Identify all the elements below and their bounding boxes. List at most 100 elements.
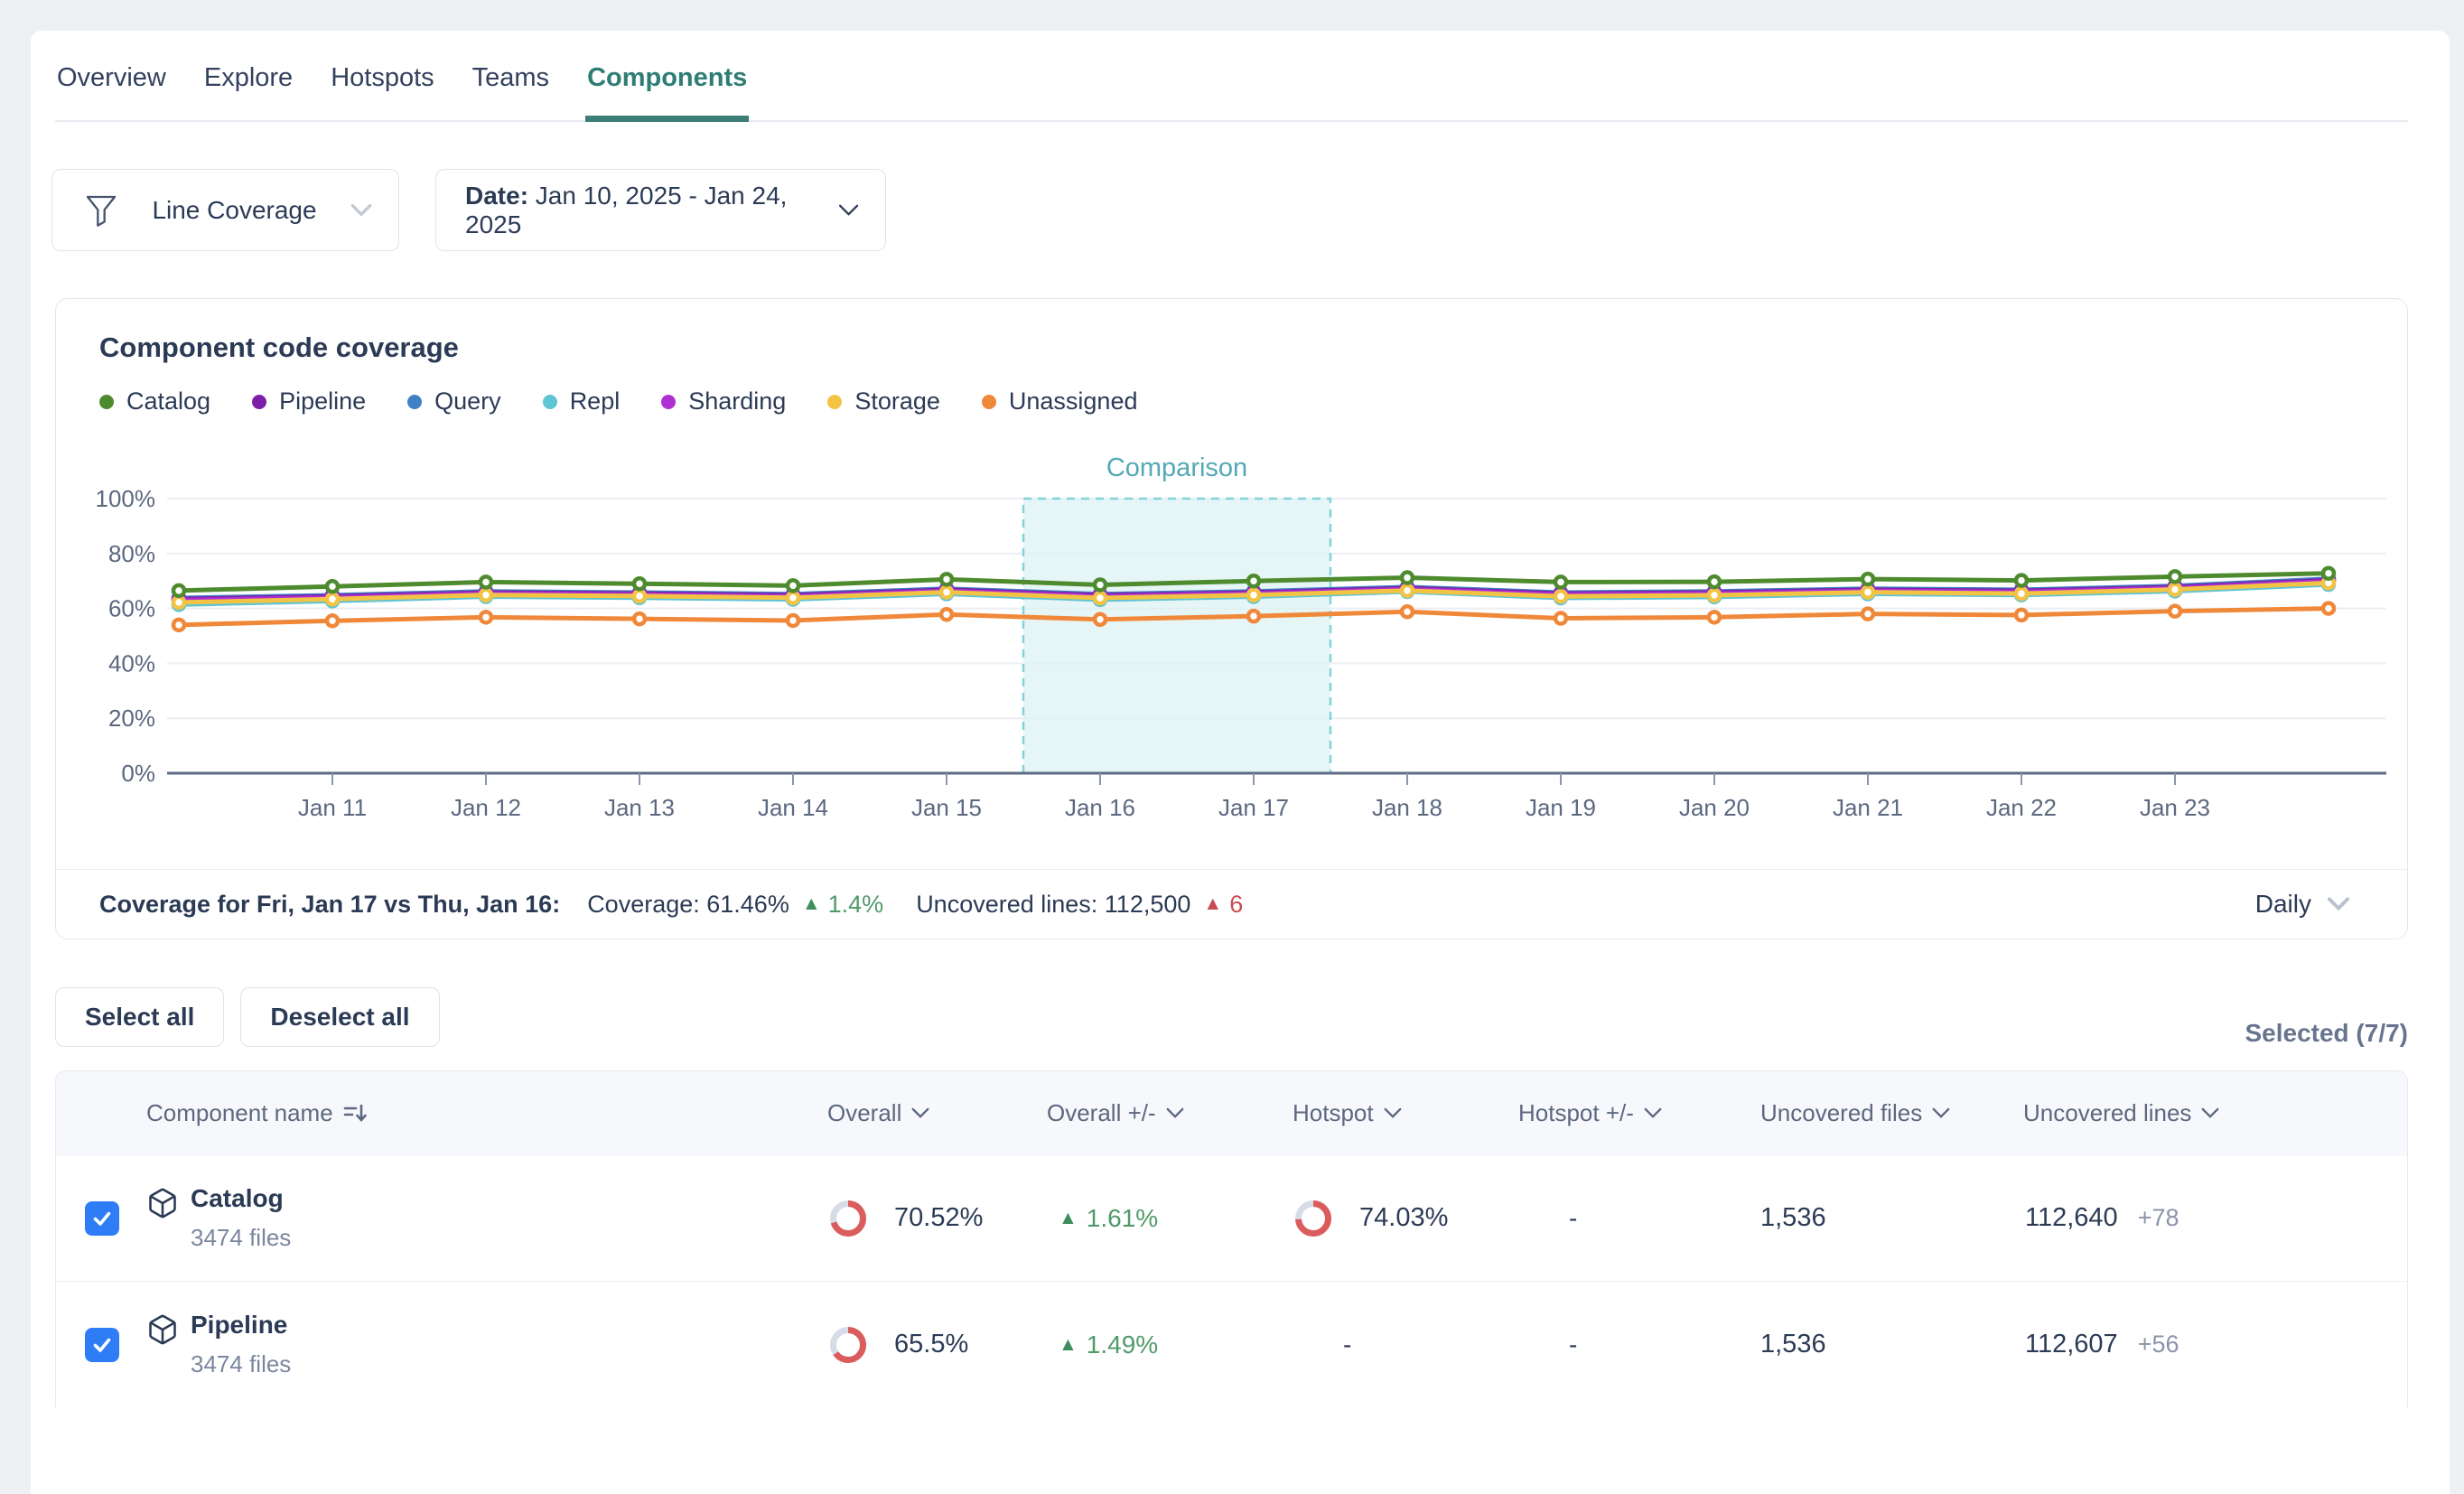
- svg-text:100%: 100%: [96, 485, 156, 512]
- arrow-up-icon: ▲: [1203, 893, 1222, 915]
- legend-dot: [827, 395, 842, 409]
- legend-item-query[interactable]: Query: [407, 388, 501, 416]
- svg-text:Jan 17: Jan 17: [1218, 794, 1289, 821]
- component-files: 3474 files: [191, 1350, 291, 1378]
- overall-delta: ▲1.49%: [1047, 1331, 1293, 1359]
- svg-text:Jan 21: Jan 21: [1833, 794, 1903, 821]
- uncovered-lines-value: 112,607: [2025, 1330, 2118, 1359]
- svg-text:Jan 22: Jan 22: [1986, 794, 2057, 821]
- chart-title: Component code coverage: [99, 331, 459, 364]
- funnel-icon: [83, 191, 119, 229]
- chart-card-footer: Coverage for Fri, Jan 17 vs Thu, Jan 16:…: [56, 869, 2407, 938]
- selected-count: Selected (7/7): [2245, 1019, 2408, 1048]
- chevron-down-icon: [2326, 896, 2351, 912]
- row-checkbox[interactable]: [85, 1201, 119, 1236]
- column-overall[interactable]: Overall: [827, 1099, 1047, 1127]
- svg-text:Jan 18: Jan 18: [1372, 794, 1442, 821]
- column-label: Component name: [146, 1099, 333, 1127]
- svg-text:Jan 15: Jan 15: [911, 794, 982, 821]
- summary-label: Coverage for Fri, Jan 17 vs Thu, Jan 16:: [99, 891, 560, 919]
- legend-item-catalog[interactable]: Catalog: [99, 388, 210, 416]
- svg-text:80%: 80%: [108, 540, 155, 567]
- hotspot-value: 74.03%: [1359, 1203, 1448, 1233]
- svg-text:Jan 11: Jan 11: [298, 794, 367, 821]
- date-filter-dropdown[interactable]: Date: Jan 10, 2025 - Jan 24, 2025: [435, 169, 886, 251]
- uncovered-lines-value: 112,640: [2025, 1203, 2118, 1233]
- date-filter-prefix: Date:: [465, 182, 528, 210]
- coverage-chart-card: Component code coverage Catalog Pipeline…: [55, 298, 2408, 939]
- tab-explore[interactable]: Explore: [202, 52, 294, 120]
- legend-dot: [252, 395, 266, 409]
- legend-label: Pipeline: [279, 388, 366, 416]
- select-all-button[interactable]: Select all: [55, 987, 224, 1047]
- check-icon: [91, 1208, 113, 1229]
- svg-text:Jan 13: Jan 13: [604, 794, 675, 821]
- svg-text:40%: 40%: [108, 649, 155, 677]
- component-name[interactable]: Catalog: [191, 1184, 291, 1213]
- chevron-down-icon: [1383, 1106, 1403, 1120]
- hotspot-delta: -: [1518, 1204, 1760, 1233]
- svg-text:Jan 16: Jan 16: [1065, 794, 1135, 821]
- chevron-down-icon: [1931, 1106, 1951, 1120]
- component-name[interactable]: Pipeline: [191, 1311, 291, 1340]
- column-label: Overall: [827, 1099, 901, 1127]
- svg-text:0%: 0%: [121, 760, 155, 787]
- chevron-down-icon: [2200, 1106, 2220, 1120]
- uncovered-files-value: 1,536: [1760, 1330, 2023, 1359]
- row-checkbox[interactable]: [85, 1328, 119, 1362]
- column-uncovered-lines[interactable]: Uncovered lines: [2023, 1099, 2407, 1127]
- legend-dot: [99, 395, 114, 409]
- coverage-donut: [827, 1198, 869, 1239]
- metric-filter-dropdown[interactable]: Line Coverage: [51, 169, 399, 251]
- coverage-line-chart[interactable]: 0%20%40%60%80%100%ComparisonJan 11Jan 12…: [78, 451, 2390, 841]
- uncovered-lines-value: Uncovered lines: 112,500: [916, 891, 1190, 919]
- tabbar: Overview Explore Hotspots Teams Componen…: [55, 52, 2408, 122]
- coverage-value: Coverage: 61.46%: [587, 891, 789, 919]
- cube-icon: [146, 1186, 179, 1220]
- legend-item-sharding[interactable]: Sharding: [661, 388, 786, 416]
- svg-text:Jan 20: Jan 20: [1679, 794, 1750, 821]
- legend-label: Catalog: [126, 388, 210, 416]
- deselect-all-button[interactable]: Deselect all: [240, 987, 439, 1047]
- svg-text:Jan 12: Jan 12: [451, 794, 521, 821]
- column-uncovered-files[interactable]: Uncovered files: [1760, 1099, 2023, 1127]
- legend-item-unassigned[interactable]: Unassigned: [982, 388, 1138, 416]
- chevron-down-icon: [910, 1106, 930, 1120]
- legend-label: Repl: [570, 388, 621, 416]
- svg-text:60%: 60%: [108, 595, 155, 622]
- legend-dot: [543, 395, 557, 409]
- column-hotspot-delta[interactable]: Hotspot +/-: [1518, 1099, 1760, 1127]
- sort-descending-icon: [342, 1100, 368, 1125]
- tab-teams[interactable]: Teams: [471, 52, 551, 120]
- overall-value: 65.5%: [894, 1330, 968, 1359]
- legend-item-repl[interactable]: Repl: [543, 388, 621, 416]
- legend-item-storage[interactable]: Storage: [827, 388, 940, 416]
- arrow-up-icon: ▲: [1059, 1334, 1078, 1356]
- cube-icon: [146, 1312, 179, 1347]
- tab-hotspots[interactable]: Hotspots: [329, 52, 435, 120]
- overall-value: 70.52%: [894, 1203, 983, 1233]
- column-overall-delta[interactable]: Overall +/-: [1047, 1099, 1293, 1127]
- column-label: Uncovered lines: [2023, 1099, 2191, 1127]
- column-label: Uncovered files: [1760, 1099, 1922, 1127]
- date-filter-label: Date: Jan 10, 2025 - Jan 24, 2025: [465, 182, 837, 239]
- column-label: Hotspot +/-: [1518, 1099, 1634, 1127]
- svg-text:Jan 14: Jan 14: [758, 794, 828, 821]
- uncovered-lines-delta: +56: [2138, 1331, 2179, 1359]
- svg-text:20%: 20%: [108, 705, 155, 732]
- chevron-down-icon: [837, 202, 860, 219]
- svg-text:Jan 23: Jan 23: [2140, 794, 2210, 821]
- filter-row: Line Coverage Date: Jan 10, 2025 - Jan 2…: [51, 169, 886, 251]
- check-icon: [91, 1334, 113, 1356]
- uncovered-lines-delta: ▲6: [1203, 891, 1243, 919]
- legend-item-pipeline[interactable]: Pipeline: [252, 388, 366, 416]
- column-label: Hotspot: [1293, 1099, 1374, 1127]
- svg-text:Jan 19: Jan 19: [1526, 794, 1596, 821]
- uncovered-files-value: 1,536: [1760, 1203, 2023, 1233]
- column-hotspot[interactable]: Hotspot: [1293, 1099, 1518, 1127]
- tab-overview[interactable]: Overview: [55, 52, 168, 120]
- granularity-dropdown[interactable]: Daily: [2255, 890, 2351, 919]
- legend-dot: [982, 395, 996, 409]
- tab-components[interactable]: Components: [585, 52, 749, 120]
- column-component-name[interactable]: Component name: [146, 1099, 827, 1127]
